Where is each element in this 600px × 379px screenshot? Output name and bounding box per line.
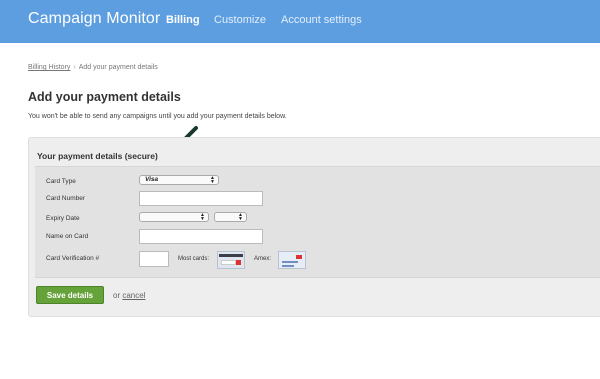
- save-details-button[interactable]: Save details: [36, 286, 104, 304]
- expiry-date-label: Expiry Date: [46, 215, 80, 222]
- card-number-input[interactable]: [139, 191, 263, 206]
- expiry-year-select[interactable]: ▲ ▼: [214, 212, 247, 222]
- card-number-label: Card Number: [46, 195, 86, 202]
- nav-customize[interactable]: Customize: [214, 14, 266, 26]
- payment-form: [35, 166, 600, 278]
- name-on-card-input[interactable]: [139, 229, 263, 244]
- or-cancel-text: or cancel: [113, 291, 145, 300]
- payment-details-panel: Your payment details (secure): [28, 137, 600, 317]
- card-type-select[interactable]: Visa ▲ ▼: [139, 175, 219, 185]
- breadcrumb-separator: ›: [73, 64, 76, 71]
- most-cards-label: Most cards:: [178, 256, 210, 262]
- expiry-month-select[interactable]: ▲ ▼: [139, 212, 209, 222]
- panel-title: Your payment details (secure): [37, 151, 158, 161]
- brand-logo[interactable]: Campaign Monitor: [28, 10, 160, 28]
- nav-billing[interactable]: Billing: [166, 14, 200, 26]
- amex-card-front-icon: [278, 251, 306, 269]
- breadcrumb-current: Add your payment details: [78, 64, 158, 71]
- card-verification-input[interactable]: [139, 251, 169, 267]
- card-type-label: Card Type: [46, 178, 76, 185]
- page-description: You won't be able to send any campaigns …: [28, 113, 287, 120]
- select-arrows-icon: ▲ ▼: [238, 212, 243, 222]
- nav-account-settings[interactable]: Account settings: [281, 14, 362, 26]
- or-text: or: [113, 291, 121, 300]
- credit-card-back-icon: [217, 251, 245, 269]
- card-type-value: Visa: [145, 176, 159, 183]
- select-arrows-icon: ▲ ▼: [200, 212, 205, 222]
- cancel-link[interactable]: cancel: [122, 291, 145, 300]
- breadcrumb-billing-history[interactable]: Billing History: [28, 64, 70, 71]
- breadcrumb: Billing History › Add your payment details: [28, 64, 158, 71]
- top-navigation-bar: Campaign Monitor Billing Customize Accou…: [0, 0, 600, 43]
- page-title: Add your payment details: [28, 90, 181, 104]
- card-verification-label: Card Verification #: [46, 255, 100, 262]
- name-on-card-label: Name on Card: [46, 233, 89, 240]
- select-arrows-icon: ▲ ▼: [210, 175, 215, 185]
- amex-label: Amex:: [254, 256, 272, 262]
